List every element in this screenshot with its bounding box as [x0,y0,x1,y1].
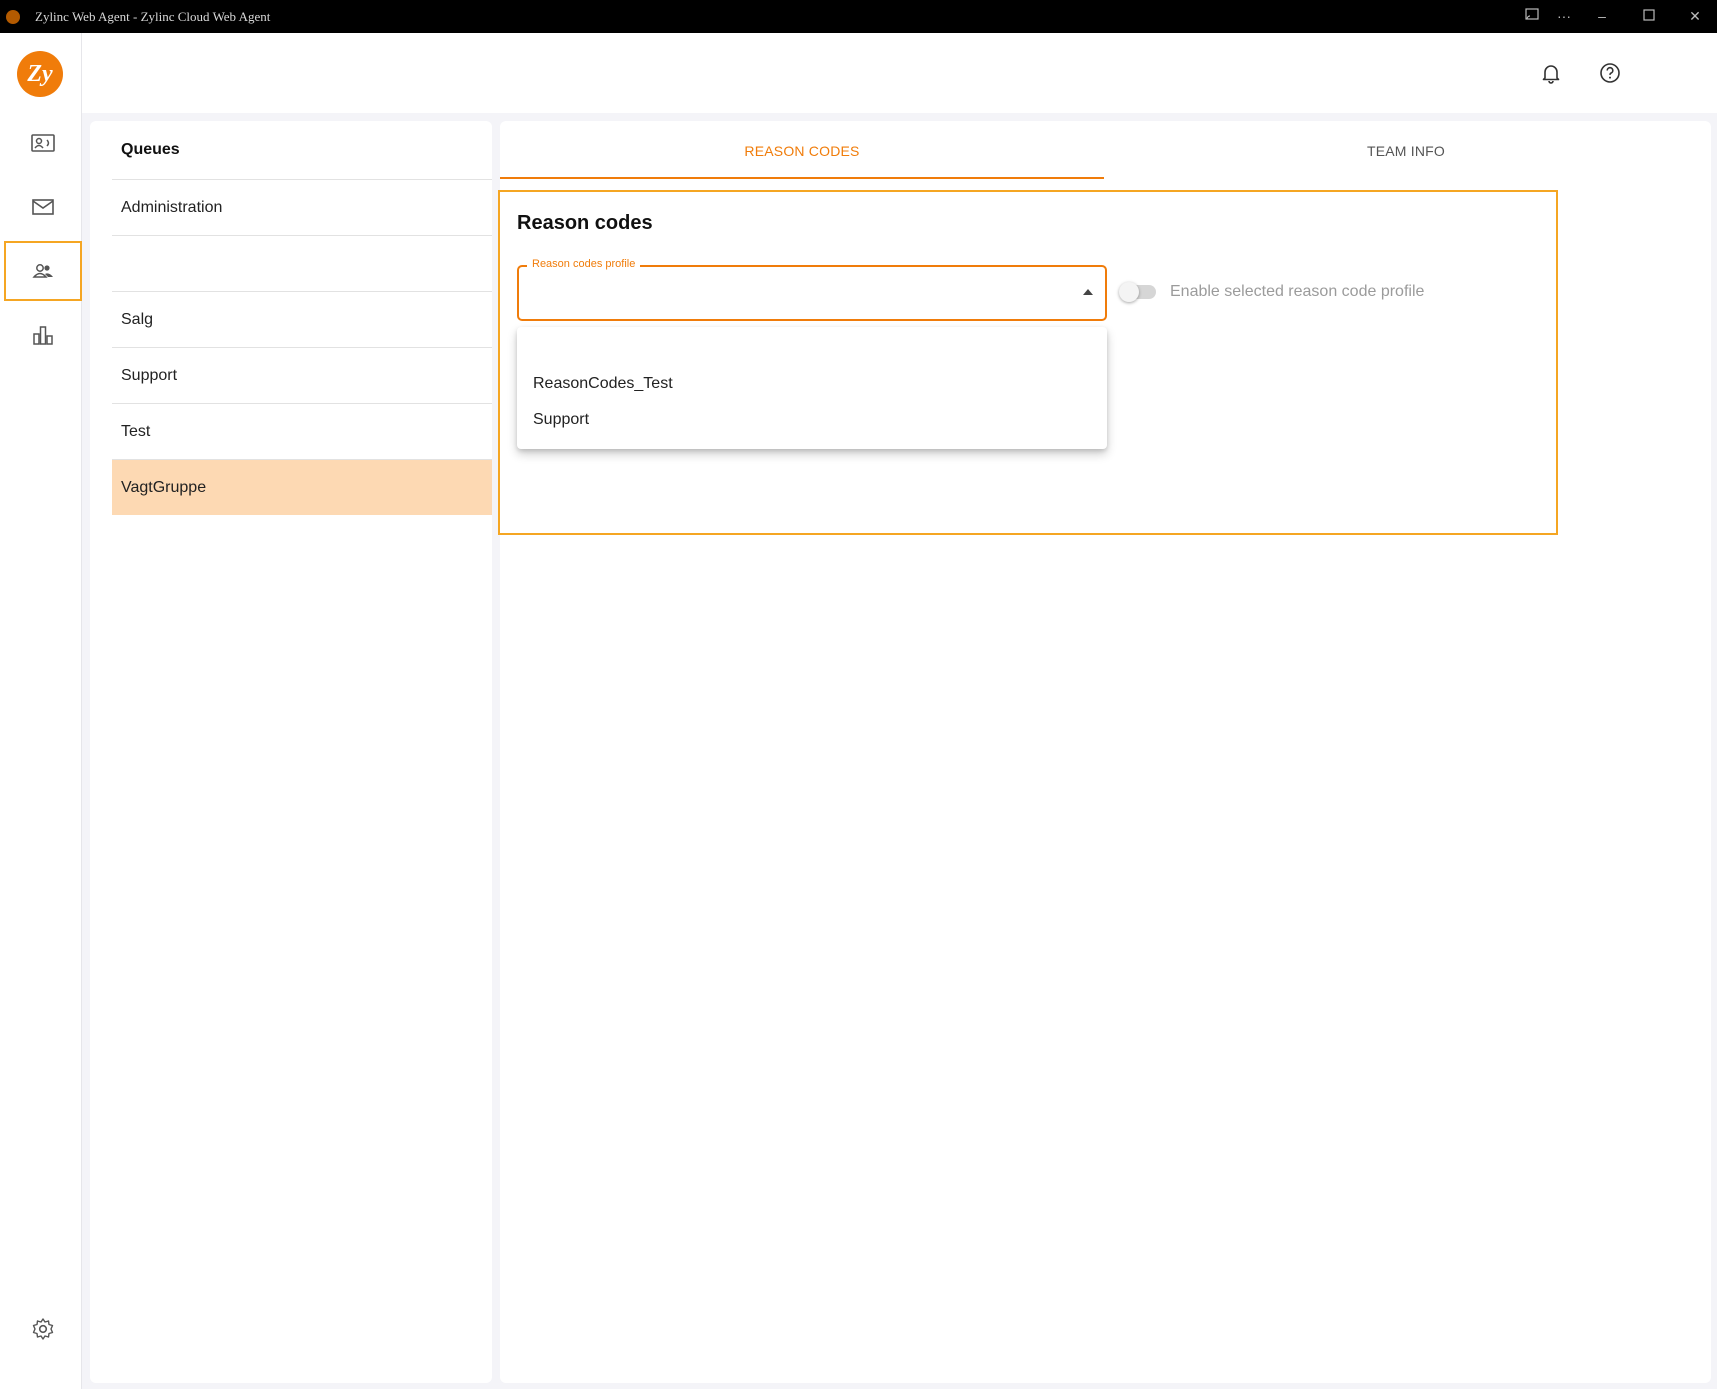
tab-reason-codes[interactable]: REASON CODES [500,121,1104,179]
contact-card-icon [31,134,55,152]
rail-team-button[interactable] [4,241,82,301]
select-label: Reason codes profile [527,258,641,270]
nav-rail: Zy [0,33,82,1389]
toggle-knob [1119,282,1139,302]
minimize-icon[interactable]: – [1590,6,1614,28]
window-title: Zylinc Web Agent - Zylinc Cloud Web Agen… [35,9,271,24]
queues-panel: Queues Administration Salg Support Test … [90,121,492,1383]
help-icon[interactable] [1596,59,1624,87]
reason-codes-section: Reason codes Reason codes profile Enable… [498,190,1558,535]
close-icon[interactable]: ✕ [1683,6,1707,28]
mail-icon [32,199,54,215]
caret-up-icon[interactable] [1083,289,1093,295]
toggle-label: Enable selected reason code profile [1170,283,1425,300]
queue-item-blank[interactable] [112,235,492,291]
rail-mail-button[interactable] [4,177,82,237]
window-titlebar: Zylinc Web Agent - Zylinc Cloud Web Agen… [0,0,1717,33]
queue-list: Administration Salg Support Test VagtGru… [112,179,492,515]
reason-codes-dropdown-menu: ReasonCodes_Test Support [517,327,1107,449]
bell-icon[interactable] [1537,59,1565,87]
rail-contacts-button[interactable] [4,113,82,173]
team-content-panel: REASON CODES TEAM INFO Reason codes Reas… [498,121,1711,1383]
rail-statistics-button[interactable] [4,305,82,365]
queue-item-vagtgruppe[interactable]: VagtGruppe [112,459,492,515]
cast-icon[interactable] [1520,6,1544,28]
queue-item-support[interactable]: Support [112,347,492,403]
maximize-icon[interactable] [1637,6,1661,28]
tab-bar: REASON CODES TEAM INFO [500,121,1711,179]
queue-item-administration[interactable]: Administration [112,179,492,235]
reason-codes-profile-select[interactable]: Reason codes profile [517,258,1107,321]
tab-team-info[interactable]: TEAM INFO [1104,121,1708,179]
top-header [82,33,1717,113]
dropdown-option-reasoncodes-test[interactable]: ReasonCodes_Test [533,367,673,401]
reason-codes-heading: Reason codes [517,212,653,234]
queue-item-salg[interactable]: Salg [112,291,492,347]
team-icon [32,264,53,278]
settings-button[interactable] [4,1299,82,1359]
bar-chart-icon [33,326,53,345]
zylinc-logo[interactable]: Zy [17,51,63,97]
dropdown-option-support[interactable]: Support [533,403,589,437]
toggle-switch[interactable] [1119,282,1156,302]
queues-title: Queues [121,141,180,158]
queue-item-test[interactable]: Test [112,403,492,459]
gear-icon [32,1318,54,1340]
enable-profile-toggle[interactable]: Enable selected reason code profile [1119,280,1425,304]
dropdown-option-empty[interactable] [533,333,733,367]
app-icon [6,10,20,24]
more-icon[interactable]: ··· [1552,6,1576,28]
